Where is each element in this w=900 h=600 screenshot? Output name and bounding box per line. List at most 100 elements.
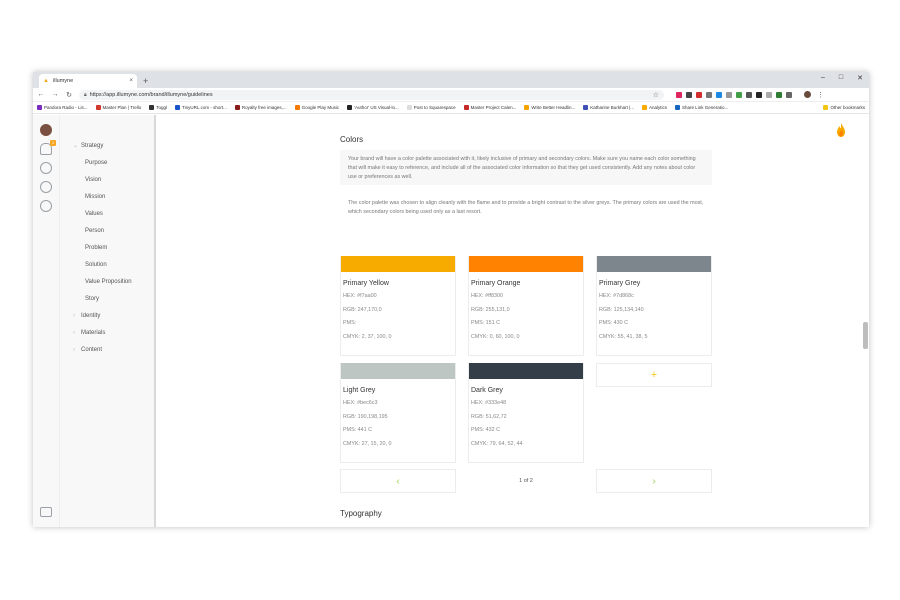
bookmark-favicon-icon [37,105,42,110]
plus-icon: + [650,369,658,381]
color-card[interactable]: Light Grey HEX: #bec6c3 RGB: 190,198,195… [340,363,456,463]
back-icon[interactable]: ← [37,91,45,98]
nav-story[interactable]: Story [60,290,154,307]
user-avatar[interactable] [40,124,52,136]
extension-icon[interactable] [696,91,702,98]
color-cmyk: CMYK: 27, 15, 20, 0 [343,441,392,448]
bookmark-favicon-icon [149,105,155,110]
nav-purpose[interactable]: Purpose [60,154,154,171]
extension-icon[interactable] [776,91,782,98]
nav-mission[interactable]: Mission [60,188,154,205]
color-pms: PMS: 430 C [599,320,629,327]
color-name: Light Grey [343,387,376,394]
tab-close-icon[interactable]: × [129,78,133,84]
nav-person[interactable]: Person [60,222,154,239]
bookmark-favicon-icon [524,105,530,110]
color-card[interactable]: Dark Grey HEX: #333e48 RGB: 51,62,72 PMS… [468,363,584,463]
chevron-right-icon: › [73,329,75,336]
bookmark-item[interactable]: Toggl [149,105,167,110]
extension-icon[interactable] [676,91,682,98]
nav-identity[interactable]: › Identity [60,307,154,324]
extension-icon[interactable] [746,91,752,98]
add-color-button[interactable]: + [596,363,712,387]
color-card[interactable]: Primary Orange HEX: #ff8300 RGB: 255,131… [468,256,584,356]
color-card[interactable]: Primary Yellow HEX: #f7aa00 RGB: 247,170… [340,256,456,356]
bookmark-item[interactable]: Post to Squarespace [406,105,456,110]
extension-icon[interactable] [726,91,732,98]
extension-icon[interactable] [736,91,742,98]
extension-icon[interactable] [766,91,772,98]
nav-values[interactable]: Values [60,205,154,222]
bookmark-item[interactable]: Pandora Radio - Lis... [37,105,88,110]
nav-value-proposition[interactable]: Value Proposition [60,273,154,290]
minimize-icon[interactable]: – [821,74,825,82]
bookmark-item[interactable]: Katharine Burkhart |... [583,105,634,110]
pagination: ‹ 1 of 2 › [340,469,712,493]
chevron-right-icon: › [73,346,75,353]
chevron-right-icon: › [73,312,75,319]
url-text: https://app.illumyne.com/brand/illumyne/… [89,91,213,98]
palette-description[interactable]: The color palette was chosen to align cl… [340,185,712,233]
next-page-button[interactable]: › [596,469,712,493]
chat-icon[interactable] [40,200,52,212]
lock-icon: 🔒︎ [84,91,87,98]
prev-page-button[interactable]: ‹ [340,469,456,493]
main-content: Colors Your brand will have a color pale… [156,115,869,527]
bell-icon[interactable]: 1 [40,140,56,155]
bookmark-item[interactable]: Master Project Calen... [463,105,516,110]
color-cmyk: CMYK: 79, 64, 52, 44 [471,441,523,448]
bookmark-item[interactable]: Google Play Music [294,105,339,110]
bookmark-item[interactable]: TinyURL.com - short... [174,105,227,110]
color-rgb: RGB: 190,198,195 [343,413,388,420]
bookmark-item[interactable]: Write Better Headlin... [524,105,575,110]
typography-title: Typography [340,509,382,518]
bookmark-item[interactable]: Share Link Generatio... [675,105,728,110]
bookmark-item[interactable]: Royalty free images,... [234,105,287,110]
bookmark-favicon-icon [463,105,469,110]
bookmark-favicon-icon [174,105,180,110]
color-name: Primary Grey [599,280,641,287]
title-bar: ▲ illumyne × + – □ ✕ [33,72,869,88]
extension-icon[interactable] [716,91,722,98]
color-card[interactable]: Primary Grey HEX: #7d868c RGB: 125,134,1… [596,256,712,356]
forward-icon[interactable]: → [51,91,59,98]
browser-toolbar: ← → ↻ 🔒︎ https://app.illumyne.com/brand/… [33,88,869,102]
browser-tab[interactable]: ▲ illumyne × [39,74,137,88]
other-bookmarks[interactable]: Other bookmarks [823,105,865,110]
color-hex: HEX: #7d868c [599,293,634,299]
bookmark-item[interactable]: Analytics [642,105,667,110]
extension-icon[interactable] [706,91,712,98]
nav-problem[interactable]: Problem [60,239,154,256]
new-tab-button[interactable]: + [143,74,148,88]
chevron-right-icon: › [652,475,656,487]
nav-solution[interactable]: Solution [60,256,154,273]
maximize-icon[interactable]: □ [839,74,843,82]
extensions [676,91,792,98]
browser-menu-icon[interactable]: ⋮ [817,91,824,99]
bookmark-item[interactable]: 'Author' US Visual-lo... [347,105,399,110]
bookmark-favicon-icon [675,105,681,110]
profile-avatar[interactable] [804,91,811,98]
extension-icon[interactable] [786,91,792,98]
bookmark-favicon-icon [347,105,353,110]
settings-icon[interactable] [40,162,52,174]
lightbulb-icon[interactable] [40,181,52,193]
reload-icon[interactable]: ↻ [65,91,73,99]
extension-icon[interactable] [756,91,762,98]
nav-strategy[interactable]: ⌄ Strategy [60,137,154,154]
address-bar[interactable]: 🔒︎ https://app.illumyne.com/brand/illumy… [79,89,664,100]
color-swatch [341,256,455,272]
nav-materials[interactable]: › Materials [60,324,154,341]
color-rgb: RGB: 51,62,72 [471,413,507,420]
bookmark-item[interactable]: Master Plan | Trello [95,105,141,110]
color-name: Primary Yellow [343,280,389,287]
nav-vision[interactable]: Vision [60,171,154,188]
scrollbar-thumb[interactable] [863,322,868,349]
extension-icon[interactable] [686,91,692,98]
logout-icon[interactable] [40,507,52,517]
color-pms: PMS: [343,320,357,327]
chevron-left-icon: ‹ [396,475,400,487]
bookmark-star-icon[interactable]: ☆ [653,91,659,99]
nav-content[interactable]: › Content [60,341,154,358]
close-window-icon[interactable]: ✕ [857,74,863,82]
